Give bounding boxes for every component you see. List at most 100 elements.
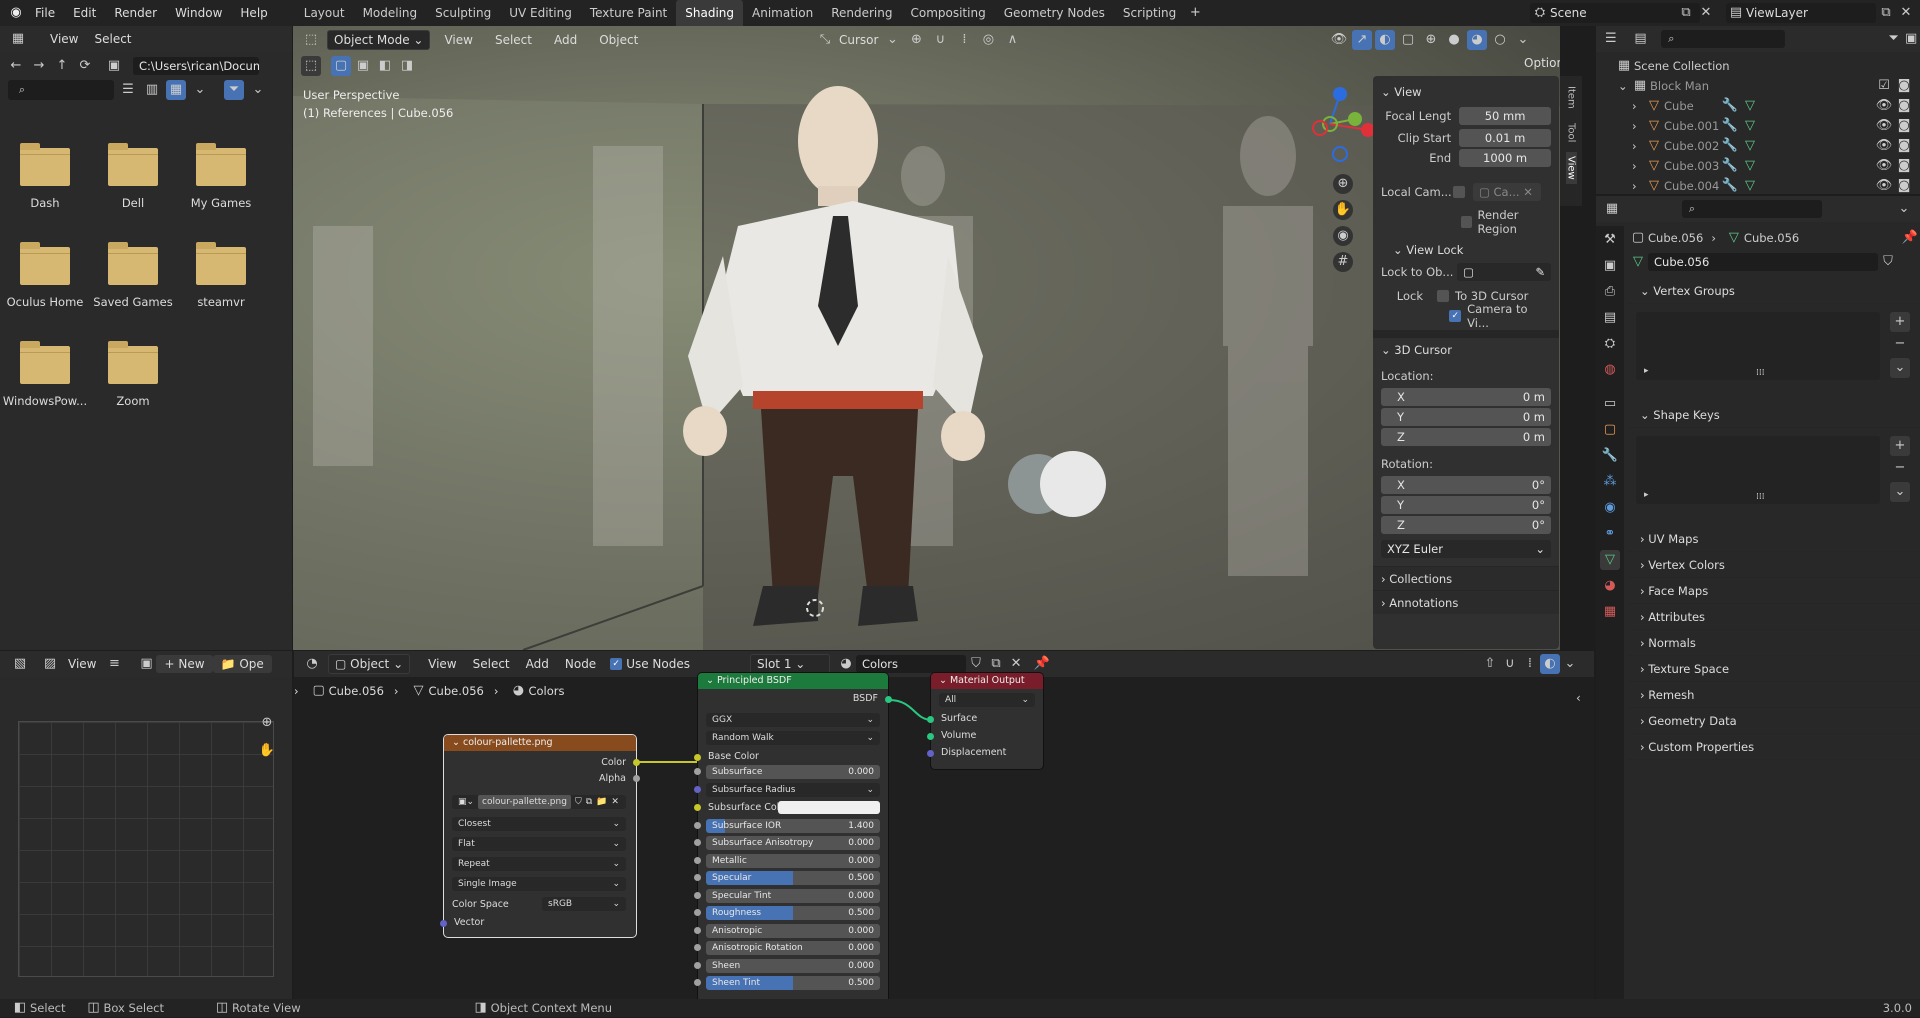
bsdf-slider[interactable]: Sheen Tint 0.500 [706, 976, 880, 990]
remove-vertex-group-icon[interactable]: − [1890, 334, 1910, 354]
outliner-object-row[interactable]: › ▽ Cube.002 🔧 ▽ 👁 ◙ [1614, 136, 1920, 156]
bsdf-slider[interactable]: Subsurface IOR 1.400 [706, 818, 880, 833]
bsdf-slider[interactable]: Metallic 0.000 [706, 853, 880, 868]
menu-render[interactable]: Render [105, 0, 166, 26]
outliner-scene-collection[interactable]: ▦ Scene Collection [1614, 56, 1920, 76]
material-shading-icon[interactable]: ◕ [1467, 30, 1487, 50]
bsdf-input-socket[interactable] [694, 891, 701, 899]
image-name-field[interactable]: colour-pallette.png [478, 795, 571, 809]
material-browse-icon[interactable]: ◕ [836, 654, 856, 674]
add-shape-key-icon[interactable]: + [1890, 436, 1910, 456]
lock-to-object-field[interactable]: ▢ ✎ [1457, 263, 1551, 281]
viewport-3d[interactable]: ⬚ Object Mode ⌄ View Select Add Object ⤡… [293, 26, 1560, 650]
path-field[interactable]: C:\Users\rican\Docum... [133, 57, 259, 75]
back-icon[interactable]: ← [6, 56, 26, 76]
bsdf-node-header[interactable]: ⌄ Principled BSDF [698, 673, 888, 689]
bsdf-input-socket[interactable] [694, 839, 701, 846]
shape-key-menu-icon[interactable]: ⌄ [1890, 482, 1910, 502]
ie-view-menu[interactable]: View [60, 655, 104, 673]
cursor-loc-y[interactable]: Y 0 m [1381, 408, 1551, 426]
image-canvas-grid[interactable] [18, 721, 274, 977]
fb-search-input[interactable]: ⌕ [8, 80, 114, 100]
bsdf-output-socket[interactable] [885, 696, 892, 703]
parent-node-tree-icon[interactable]: ⇧ [1480, 654, 1500, 674]
tab-animation[interactable]: Animation [743, 0, 822, 26]
new-collection-icon[interactable]: ▣ [1902, 29, 1920, 49]
remove-shape-key-icon[interactable]: − [1890, 458, 1910, 478]
bsdf-input-socket[interactable] [694, 961, 701, 969]
bsdf-slider[interactable]: Specular 0.500 [706, 871, 880, 885]
sort-dropdown-icon[interactable]: ⌄ [190, 80, 210, 100]
unlink-material-icon[interactable]: ✕ [1006, 654, 1026, 674]
fake-user-icon[interactable]: ⛉ [966, 654, 986, 674]
checkbox-icon[interactable]: ☑ [1874, 76, 1894, 96]
displacement-input-socket[interactable] [927, 750, 934, 757]
new-folder-icon[interactable]: ▣ [104, 56, 124, 76]
volume-input-socket[interactable] [927, 733, 934, 740]
texture-space-section[interactable]: › Texture Space [1628, 656, 1920, 682]
eyedropper-icon[interactable]: ✎ [1535, 263, 1545, 281]
image-browse-icon[interactable]: ▣ [136, 654, 156, 674]
properties-search-input[interactable]: ⌕ [1682, 200, 1822, 218]
collections-section[interactable]: › Collections [1373, 566, 1559, 590]
bsdf-slider[interactable]: Roughness 0.500 [706, 906, 880, 920]
focal-length-field[interactable]: 50 mm [1459, 107, 1551, 125]
face-maps-section[interactable]: › Face Maps [1628, 578, 1920, 604]
copy-scene-icon[interactable]: ⧉ [1676, 3, 1696, 23]
interpolation-dropdown[interactable]: Closest ⌄ [452, 817, 626, 831]
copy-view-layer-icon[interactable]: ⧉ [1876, 3, 1896, 23]
normals-section[interactable]: › Normals [1628, 630, 1920, 656]
cursor-rot-y[interactable]: Y 0° [1381, 496, 1551, 514]
overlay-dropdown-icon[interactable]: ⌄ [1560, 654, 1580, 674]
proportional-edit-icon[interactable]: ◎ [978, 30, 998, 50]
tab-view[interactable]: View [1565, 152, 1577, 184]
sidebar-toggle-icon[interactable]: ‹ [1576, 691, 1581, 705]
extension-dropdown[interactable]: Repeat ⌄ [452, 857, 626, 871]
folder-item[interactable]: Dell [90, 143, 176, 210]
editor-type-icon[interactable]: ◔ [302, 654, 322, 674]
geometry-data-section[interactable]: › Geometry Data [1628, 708, 1920, 734]
folder-item[interactable]: Saved Games [90, 242, 176, 309]
tab-modeling[interactable]: Modeling [354, 0, 427, 26]
camera-toggle-icon[interactable]: ◙ [1894, 76, 1914, 96]
image-node-header[interactable]: ⌄ colour-pallette.png [444, 735, 636, 751]
folder-item[interactable]: Dash [2, 143, 88, 210]
mesh-data-tab-icon[interactable]: ▽ [1600, 550, 1620, 570]
outliner-object-row[interactable]: › ▽ Cube 🔧 ▽ 👁 ◙ [1614, 96, 1920, 116]
editor-type-icon[interactable]: ▦ [1602, 199, 1622, 219]
display-mode-icon[interactable]: ▤ [1632, 29, 1650, 49]
bsdf-slider[interactable]: Subsurface 0.000 [706, 765, 880, 779]
camera-toggle-icon[interactable]: ◙ [1894, 116, 1914, 136]
camera-toggle-icon[interactable]: ◙ [1894, 96, 1914, 116]
principled-bsdf-node[interactable]: ⌄ Principled BSDF BSDF GGX ⌄ Random Walk ⌄… [694, 673, 892, 999]
xray-icon[interactable]: ▢ [1398, 30, 1418, 50]
open-image-button[interactable]: 📁 Ope [212, 655, 272, 673]
tab-layout[interactable]: Layout [295, 0, 354, 26]
material-output-node[interactable]: ⌄ Material Output All ⌄ Surface Volume Di… [927, 673, 1043, 769]
bsdf-input-socket[interactable] [694, 821, 701, 829]
cursor-rot-z[interactable]: Z 0° [1381, 516, 1551, 534]
render-region-checkbox[interactable] [1461, 216, 1472, 228]
visibility-icon[interactable]: 👁 [1874, 96, 1894, 116]
falloff-icon[interactable]: ∧ [1002, 30, 1022, 50]
shape-keys-list[interactable]: ▸ ⁞⁞⁞ [1636, 436, 1880, 504]
snap-icon[interactable]: ⊕ [906, 30, 926, 50]
menu-edit[interactable]: Edit [64, 0, 105, 26]
shading-dropdown-icon[interactable]: ⌄ [1513, 30, 1533, 50]
output-node-header[interactable]: ⌄ Material Output [931, 673, 1043, 689]
projection-dropdown[interactable]: Flat ⌄ [452, 837, 626, 851]
solid-shading-icon[interactable]: ● [1444, 30, 1464, 50]
render-tab-icon[interactable]: ▣ [1600, 256, 1620, 276]
view-lock-header[interactable]: ⌄ View Lock [1381, 238, 1551, 262]
physics-tab-icon[interactable]: ◉ [1600, 498, 1620, 518]
overlay-icon[interactable]: ◐ [1540, 654, 1560, 674]
visibility-icon[interactable]: 👁 [1874, 136, 1894, 156]
camera-toggle-icon[interactable]: ◙ [1894, 156, 1914, 176]
view-layer-selector[interactable]: ▤ ViewLayer [1726, 3, 1876, 23]
camera-toggle-icon[interactable]: ◙ [1894, 176, 1914, 196]
annotations-section[interactable]: › Annotations [1373, 590, 1559, 614]
tab-item[interactable]: Item [1566, 82, 1577, 113]
view-layer-tab-icon[interactable]: ▤ [1600, 308, 1620, 328]
local-camera-field[interactable]: ▢ Ca... ✕ [1473, 183, 1541, 201]
magnet-icon[interactable]: ∪ [930, 30, 950, 50]
